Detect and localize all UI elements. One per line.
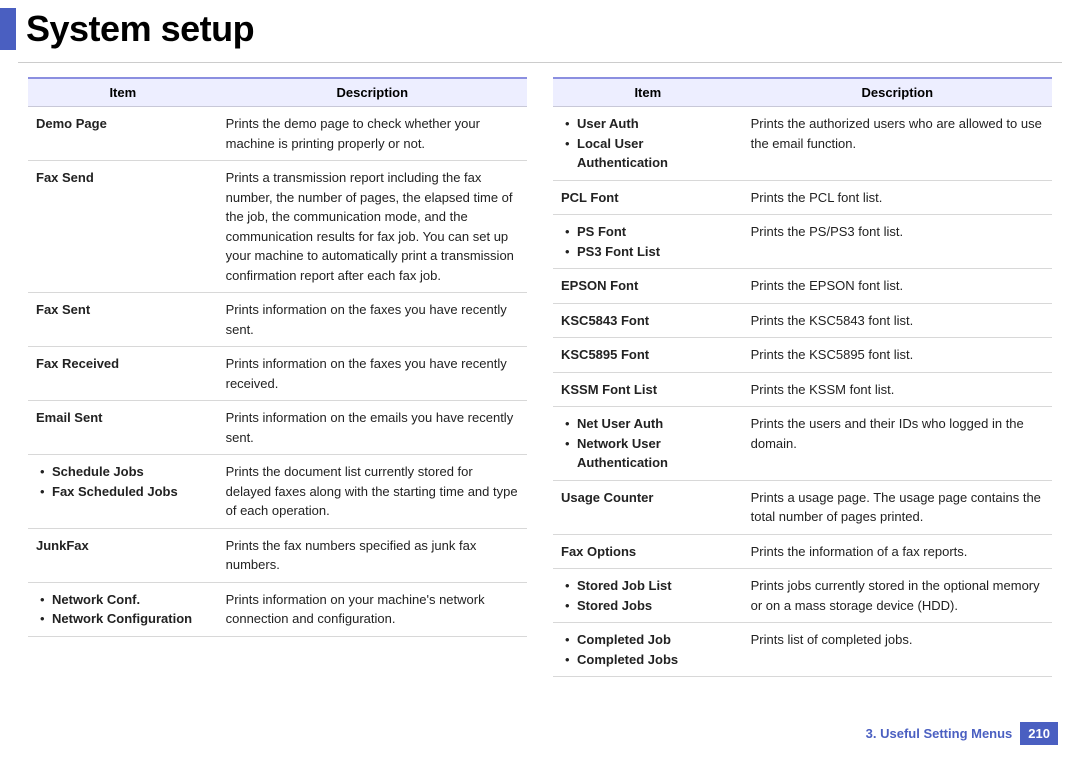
table-row: KSSM Font ListPrints the KSSM font list. xyxy=(553,372,1052,407)
description-cell: Prints a transmission report including t… xyxy=(218,161,527,293)
table-row: Stored Job ListStored JobsPrints jobs cu… xyxy=(553,569,1052,623)
item-cell: PS FontPS3 Font List xyxy=(553,215,743,269)
item-sublist-entry: Net User Auth xyxy=(561,414,735,434)
table-row: Network Conf.Network ConfigurationPrints… xyxy=(28,582,527,636)
table-row: Fax SentPrints information on the faxes … xyxy=(28,293,527,347)
description-cell: Prints the authorized users who are allo… xyxy=(743,107,1052,181)
item-sublist: User AuthLocal User Authentication xyxy=(561,114,735,173)
description-cell: Prints the KSC5843 font list. xyxy=(743,303,1052,338)
col-header-description: Description xyxy=(218,78,527,107)
item-cell: PCL Font xyxy=(553,180,743,215)
page-number-badge: 210 xyxy=(1020,722,1058,745)
description-cell: Prints the EPSON font list. xyxy=(743,269,1052,304)
item-cell: Fax Sent xyxy=(28,293,218,347)
left-table: Item Description Demo PagePrints the dem… xyxy=(28,77,527,637)
item-sublist-entry: PS Font xyxy=(561,222,735,242)
table-row: Fax ReceivedPrints information on the fa… xyxy=(28,347,527,401)
item-cell: Fax Send xyxy=(28,161,218,293)
col-header-item: Item xyxy=(553,78,743,107)
item-cell: EPSON Font xyxy=(553,269,743,304)
description-cell: Prints information on your machine's net… xyxy=(218,582,527,636)
item-cell: Usage Counter xyxy=(553,480,743,534)
description-cell: Prints list of completed jobs. xyxy=(743,623,1052,677)
table-row: Net User AuthNetwork User Authentication… xyxy=(553,407,1052,481)
description-cell: Prints the fax numbers specified as junk… xyxy=(218,528,527,582)
item-sublist: PS FontPS3 Font List xyxy=(561,222,735,261)
footer-chapter: 3. Useful Setting Menus xyxy=(866,726,1013,741)
table-row: PS FontPS3 Font ListPrints the PS/PS3 fo… xyxy=(553,215,1052,269)
item-sublist-entry: Fax Scheduled Jobs xyxy=(36,482,210,502)
description-cell: Prints information on the faxes you have… xyxy=(218,347,527,401)
item-cell: Demo Page xyxy=(28,107,218,161)
right-table: Item Description User AuthLocal User Aut… xyxy=(553,77,1052,677)
table-row: Fax SendPrints a transmission report inc… xyxy=(28,161,527,293)
page-title: System setup xyxy=(26,8,254,50)
item-cell: KSSM Font List xyxy=(553,372,743,407)
table-row: Email SentPrints information on the emai… xyxy=(28,401,527,455)
item-sublist-entry: Network Configuration xyxy=(36,609,210,629)
col-header-description: Description xyxy=(743,78,1052,107)
col-header-item: Item xyxy=(28,78,218,107)
item-sublist: Schedule JobsFax Scheduled Jobs xyxy=(36,462,210,501)
header-divider xyxy=(18,62,1062,63)
description-cell: Prints the PS/PS3 font list. xyxy=(743,215,1052,269)
description-cell: Prints the document list currently store… xyxy=(218,455,527,529)
item-sublist-entry: PS3 Font List xyxy=(561,242,735,262)
item-sublist-entry: Stored Jobs xyxy=(561,596,735,616)
table-row: Demo PagePrints the demo page to check w… xyxy=(28,107,527,161)
description-cell: Prints the information of a fax reports. xyxy=(743,534,1052,569)
item-sublist: Stored Job ListStored Jobs xyxy=(561,576,735,615)
item-cell: KSC5843 Font xyxy=(553,303,743,338)
item-cell: Fax Received xyxy=(28,347,218,401)
item-cell: Stored Job ListStored Jobs xyxy=(553,569,743,623)
description-cell: Prints a usage page. The usage page cont… xyxy=(743,480,1052,534)
table-row: JunkFaxPrints the fax numbers specified … xyxy=(28,528,527,582)
description-cell: Prints the PCL font list. xyxy=(743,180,1052,215)
item-sublist-entry: Schedule Jobs xyxy=(36,462,210,482)
description-cell: Prints information on the faxes you have… xyxy=(218,293,527,347)
table-row: KSC5843 FontPrints the KSC5843 font list… xyxy=(553,303,1052,338)
item-cell: Fax Options xyxy=(553,534,743,569)
description-cell: Prints jobs currently stored in the opti… xyxy=(743,569,1052,623)
table-row: Completed JobCompleted JobsPrints list o… xyxy=(553,623,1052,677)
item-sublist-entry: Network Conf. xyxy=(36,590,210,610)
description-cell: Prints the users and their IDs who logge… xyxy=(743,407,1052,481)
table-row: Usage CounterPrints a usage page. The us… xyxy=(553,480,1052,534)
description-cell: Prints the KSSM font list. xyxy=(743,372,1052,407)
item-sublist-entry: Stored Job List xyxy=(561,576,735,596)
page-footer: 3. Useful Setting Menus 210 xyxy=(866,722,1058,745)
item-sublist-entry: User Auth xyxy=(561,114,735,134)
item-sublist: Net User AuthNetwork User Authentication xyxy=(561,414,735,473)
left-column: Item Description Demo PagePrints the dem… xyxy=(28,77,527,677)
page-header: System setup xyxy=(0,0,1080,60)
description-cell: Prints information on the emails you hav… xyxy=(218,401,527,455)
description-cell: Prints the KSC5895 font list. xyxy=(743,338,1052,373)
item-sublist-entry: Network User Authentication xyxy=(561,434,735,473)
table-row: EPSON FontPrints the EPSON font list. xyxy=(553,269,1052,304)
table-row: User AuthLocal User AuthenticationPrints… xyxy=(553,107,1052,181)
description-cell: Prints the demo page to check whether yo… xyxy=(218,107,527,161)
item-cell: KSC5895 Font xyxy=(553,338,743,373)
item-sublist: Network Conf.Network Configuration xyxy=(36,590,210,629)
item-cell: Network Conf.Network Configuration xyxy=(28,582,218,636)
table-row: KSC5895 FontPrints the KSC5895 font list… xyxy=(553,338,1052,373)
item-cell: JunkFax xyxy=(28,528,218,582)
table-row: PCL FontPrints the PCL font list. xyxy=(553,180,1052,215)
table-row: Schedule JobsFax Scheduled JobsPrints th… xyxy=(28,455,527,529)
item-cell: Completed JobCompleted Jobs xyxy=(553,623,743,677)
item-sublist-entry: Completed Job xyxy=(561,630,735,650)
item-sublist-entry: Completed Jobs xyxy=(561,650,735,670)
item-cell: Email Sent xyxy=(28,401,218,455)
item-cell: Schedule JobsFax Scheduled Jobs xyxy=(28,455,218,529)
content-columns: Item Description Demo PagePrints the dem… xyxy=(0,77,1080,677)
item-cell: Net User AuthNetwork User Authentication xyxy=(553,407,743,481)
item-sublist-entry: Local User Authentication xyxy=(561,134,735,173)
item-cell: User AuthLocal User Authentication xyxy=(553,107,743,181)
item-sublist: Completed JobCompleted Jobs xyxy=(561,630,735,669)
header-accent-bar xyxy=(0,8,16,50)
right-column: Item Description User AuthLocal User Aut… xyxy=(553,77,1052,677)
table-row: Fax OptionsPrints the information of a f… xyxy=(553,534,1052,569)
